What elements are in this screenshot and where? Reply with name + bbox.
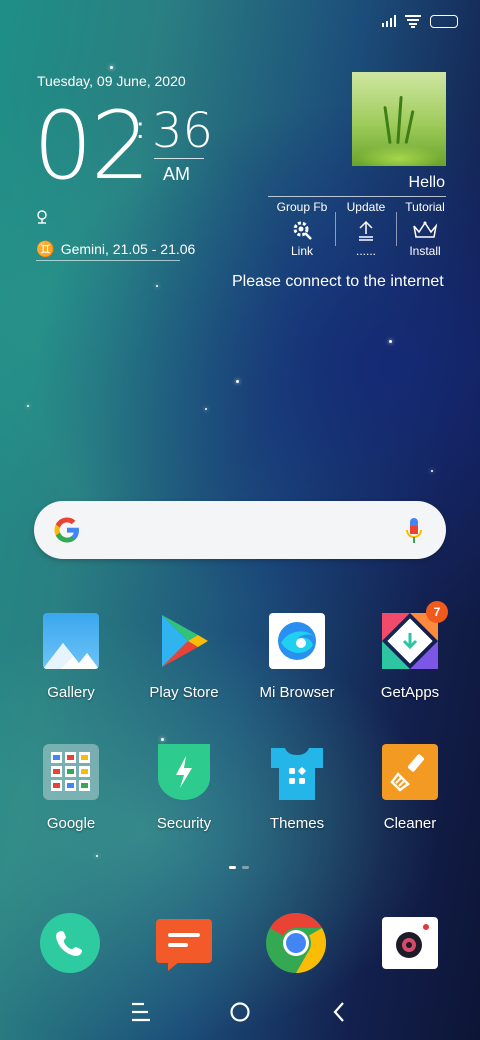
app-label: Cleaner — [383, 815, 437, 832]
home-icon — [230, 1002, 250, 1022]
battery-icon — [430, 14, 458, 28]
google-logo — [54, 517, 79, 543]
clock-ampm: AM — [163, 164, 190, 184]
app-label: Play Store — [149, 684, 219, 701]
column-top-label: Tutorial — [405, 200, 445, 214]
column-bottom-label: ...... — [355, 244, 376, 258]
menu-button[interactable] — [130, 998, 152, 1026]
column-bottom-label: Install — [409, 244, 441, 258]
app-mi-browser[interactable]: Mi Browser — [247, 613, 347, 701]
google-search-bar[interactable] — [34, 501, 446, 559]
alarm-icon[interactable] — [36, 210, 48, 227]
star-decoration — [27, 405, 29, 407]
update-button[interactable]: Update ...... — [335, 200, 397, 258]
app-themes[interactable]: Themes — [247, 744, 347, 832]
chrome-icon — [266, 913, 327, 973]
star-decoration — [389, 340, 392, 343]
upload-icon — [335, 216, 397, 244]
home-button[interactable] — [229, 998, 251, 1026]
star-decoration — [431, 470, 433, 472]
clock-minute[interactable]: 36 — [152, 107, 213, 155]
clock-colon: : — [136, 112, 145, 145]
zodiac-row[interactable]: ♊ Gemini, 21.05 - 21.06 — [36, 240, 195, 258]
app-cleaner[interactable]: Cleaner — [360, 744, 460, 832]
signal-icon — [382, 15, 396, 27]
app-label: Google — [46, 815, 96, 832]
star-decoration — [161, 738, 164, 741]
wifi-icon — [405, 15, 421, 28]
divider — [268, 196, 446, 197]
app-getapps[interactable]: 7 GetApps — [360, 601, 460, 701]
widget-thumbnail[interactable] — [352, 72, 446, 166]
back-icon — [333, 1002, 344, 1022]
app-security[interactable]: Security — [134, 744, 234, 832]
app-label: Mi Browser — [259, 684, 335, 701]
play-store-icon — [156, 613, 212, 669]
camera-icon — [382, 917, 438, 969]
star-decoration — [205, 408, 207, 410]
status-bar — [382, 12, 458, 30]
tutorial-install-button[interactable]: Tutorial Install — [394, 200, 456, 258]
divider — [36, 260, 180, 261]
star-decoration — [96, 855, 98, 857]
clock-hour[interactable]: 02 — [33, 100, 151, 194]
mic-icon[interactable] — [404, 516, 424, 546]
connection-message: Please connect to the internet — [232, 273, 444, 290]
crown-icon — [394, 216, 456, 244]
date-text: Tuesday, 09 June, 2020 — [37, 73, 186, 89]
google-folder-icon — [43, 744, 99, 800]
app-label: Gallery — [47, 684, 95, 701]
group-fb-link-button[interactable]: Group Fb Link — [271, 200, 333, 258]
themes-icon — [269, 744, 325, 800]
cleaner-icon — [382, 744, 438, 800]
notification-badge: 7 — [426, 601, 448, 623]
app-label: Security — [156, 815, 212, 832]
app-gallery[interactable]: Gallery — [21, 613, 121, 701]
dock-phone[interactable] — [40, 913, 100, 973]
getapps-icon: 7 — [382, 601, 448, 669]
gallery-icon — [43, 613, 99, 669]
mi-browser-icon — [269, 613, 325, 669]
app-play-store[interactable]: Play Store — [134, 613, 234, 701]
column-bottom-label: Link — [290, 244, 313, 258]
dock-camera[interactable] — [380, 913, 440, 973]
back-button[interactable] — [330, 998, 348, 1026]
page-indicator — [229, 866, 249, 869]
phone-icon — [40, 913, 100, 973]
greeting-text: Hello — [408, 174, 445, 191]
column-top-label: Update — [346, 200, 386, 214]
gear-icon — [271, 216, 333, 244]
dock-messages[interactable] — [154, 913, 214, 973]
dock-chrome[interactable] — [266, 913, 327, 973]
star-decoration — [110, 66, 113, 69]
security-icon — [156, 744, 212, 800]
messages-icon — [156, 919, 212, 971]
app-label: GetApps — [380, 684, 440, 701]
gemini-icon: ♊ — [36, 241, 55, 258]
app-label: Themes — [269, 815, 325, 832]
menu-icon — [132, 1002, 150, 1022]
star-decoration — [236, 380, 239, 383]
divider — [154, 158, 204, 159]
zodiac-text: Gemini, 21.05 - 21.06 — [60, 241, 196, 257]
app-google-folder[interactable]: Google — [21, 744, 121, 832]
star-decoration — [156, 285, 158, 287]
column-top-label: Group Fb — [276, 200, 328, 214]
